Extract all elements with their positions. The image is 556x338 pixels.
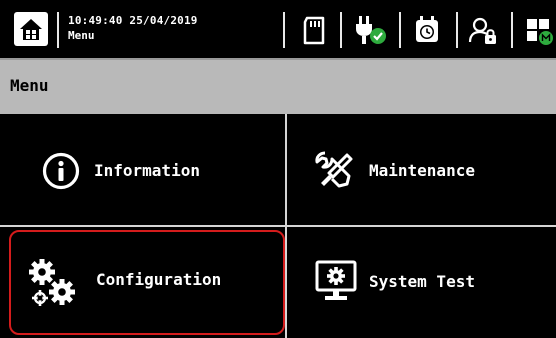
separator: [399, 12, 401, 48]
home-button[interactable]: [14, 12, 48, 46]
user-access-button[interactable]: [468, 13, 498, 47]
tools-icon: [315, 151, 353, 188]
gears-icon: [29, 259, 75, 306]
page-title: Menu: [10, 76, 49, 95]
menu-item-configuration[interactable]: Configuration: [9, 230, 285, 335]
menu-item-label: Maintenance: [369, 161, 475, 180]
info-icon: [42, 152, 80, 190]
sd-card-icon: [303, 16, 325, 45]
sd-card-button[interactable]: [300, 13, 330, 47]
separator: [511, 12, 513, 48]
separator: [57, 12, 59, 48]
power-plug-ok-icon: [356, 16, 386, 44]
dashboard-button[interactable]: [524, 13, 554, 47]
separator: [456, 12, 458, 48]
separator: [340, 12, 342, 48]
status-bar: 10:49:40 25/04/2019 Menu: [0, 0, 556, 58]
datetime-readout: 10:49:40 25/04/2019: [68, 14, 198, 27]
title-bar: Menu: [0, 58, 556, 114]
menu-item-maintenance[interactable]: Maintenance: [287, 114, 556, 225]
monitor-gear-icon: [315, 260, 357, 300]
menu-item-label: Configuration: [96, 270, 222, 289]
menu-grid: Information Maintenance Configuration Sy…: [0, 114, 556, 338]
schedule-button[interactable]: [412, 13, 442, 47]
user-lock-icon: [468, 17, 496, 44]
dashboard-icon: [527, 19, 553, 45]
screen-subtitle: Menu: [68, 29, 95, 42]
menu-item-information[interactable]: Information: [0, 114, 285, 225]
menu-item-label: Information: [94, 161, 200, 180]
power-status-button[interactable]: [352, 13, 388, 47]
home-icon: [20, 19, 42, 40]
menu-item-label: System Test: [369, 272, 475, 291]
separator: [283, 12, 285, 48]
menu-item-system-test[interactable]: System Test: [287, 227, 556, 338]
calendar-clock-icon: [416, 16, 438, 42]
